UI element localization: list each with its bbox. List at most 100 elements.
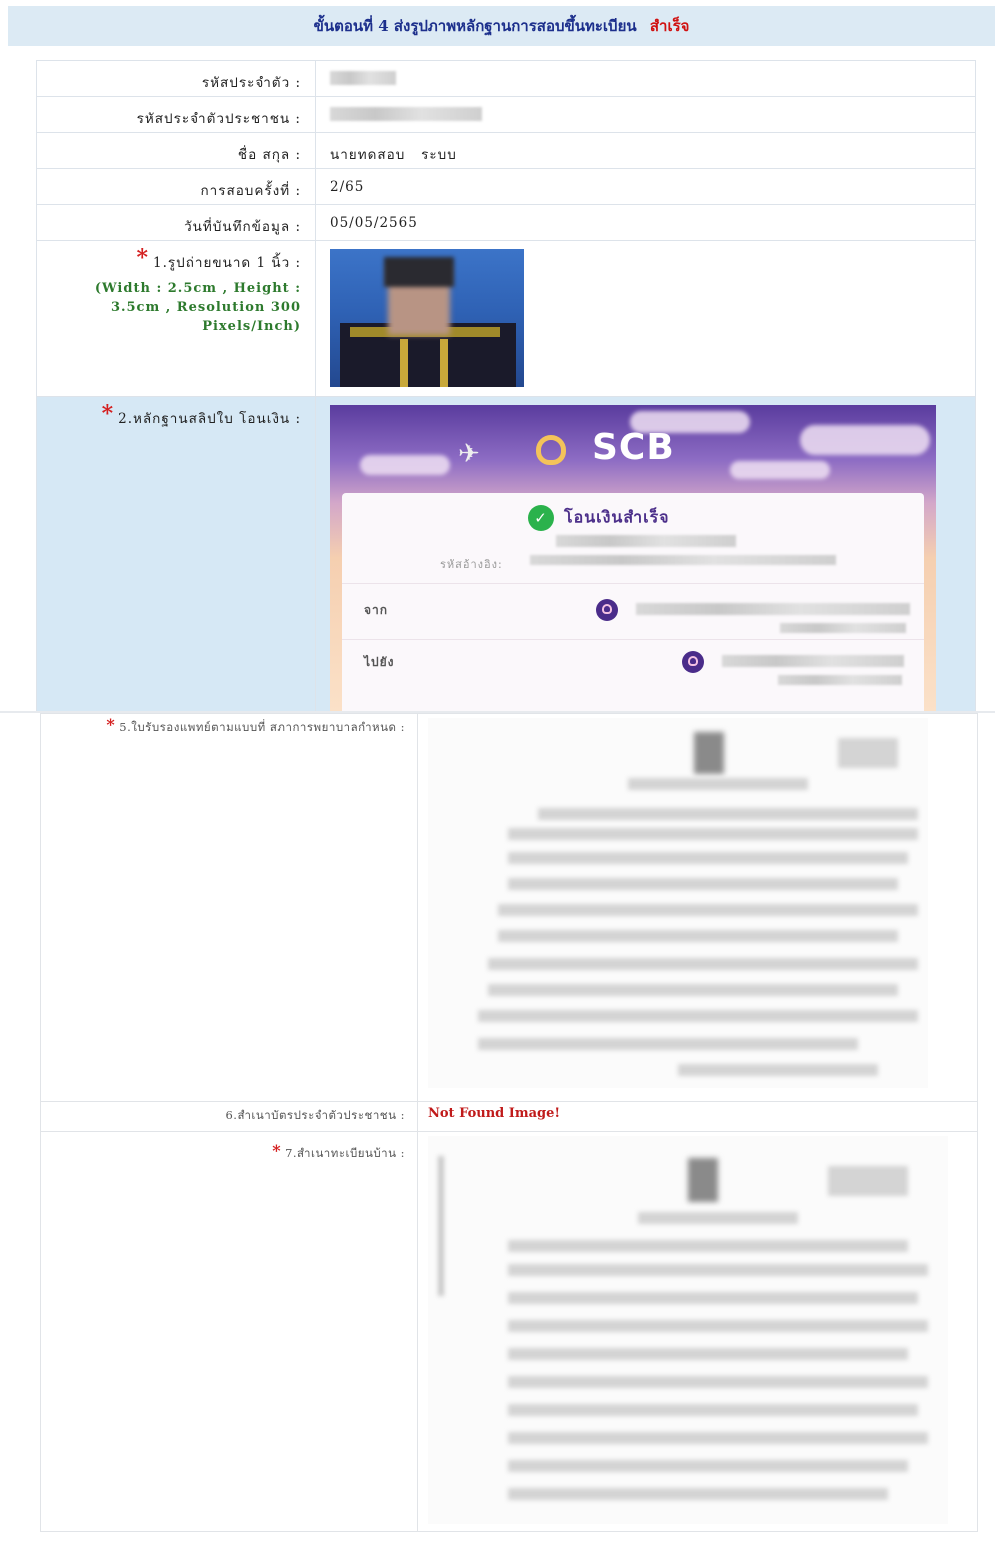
photo-cell (315, 240, 976, 397)
table-row: รหัสประจำตัวประชาชน : (36, 96, 976, 133)
doc-text-blur (478, 1038, 858, 1050)
redacted-value (530, 555, 836, 565)
success-text: โอนเงินสำเร็จ (564, 507, 670, 527)
doc-text-blur (508, 1320, 928, 1332)
id-card-copy-label: 6.สำเนาบัตรประจำตัวประชาชน : (40, 1101, 418, 1132)
required-mark: * (136, 245, 149, 271)
id-card-copy-cell: Not Found Image! (417, 1101, 978, 1132)
redacted-value (556, 535, 736, 547)
slip-cell: ✈ SCB ✓ โอนเงินสำเร็จ รหัสอ้างอิง: จาก ไ… (315, 396, 976, 712)
table-row: * 1.รูปถ่ายขนาด 1 นิ้ว : (Width : 2.5cm ,… (36, 240, 976, 397)
applicant-info-table: รหัสประจำตัว : รหัสประจำตัวประชาชน : ชื่… (36, 60, 976, 712)
doc-text-blur (478, 1010, 918, 1022)
table-row: รหัสประจำตัว : (36, 60, 976, 97)
national-id-label: รหัสประจำตัวประชาชน : (36, 96, 316, 133)
divider (342, 583, 924, 584)
payment-slip-image[interactable]: ✈ SCB ✓ โอนเงินสำเร็จ รหัสอ้างอิง: จาก ไ… (330, 405, 936, 711)
slip-label-cell: * 2.หลักฐานสลิปใบ โอนเงิน : (36, 396, 316, 712)
cloud (730, 461, 830, 479)
doc-text-blur (508, 1404, 918, 1416)
doc-text-blur (508, 1240, 908, 1252)
cloud (800, 425, 930, 455)
doc-text-blur (508, 1460, 908, 1472)
doc-text-blur (508, 1376, 928, 1388)
check-icon: ✓ (528, 505, 554, 531)
to-label: ไปยัง (364, 655, 395, 669)
doc-text-blur (678, 1064, 878, 1076)
table-row: 6.สำเนาบัตรประจำตัวประชาชน : Not Found I… (40, 1101, 978, 1132)
not-found-message: Not Found Image! (428, 1106, 561, 1121)
record-date-value: 05/05/2565 (315, 204, 976, 241)
photo-hair (384, 257, 454, 287)
medical-cert-label-cell: * 5.ใบรับรองแพทย์ตามแบบที่ สภาการพยาบาลกำ… (40, 713, 418, 1102)
doc-photo (694, 732, 724, 774)
doc-text-blur (508, 1488, 888, 1500)
doc-text-blur (538, 808, 918, 820)
divider (342, 639, 924, 640)
house-reg-label: 7.สำเนาทะเบียนบ้าน : (285, 1146, 405, 1160)
doc-text-blur (508, 828, 918, 840)
required-mark: * (106, 715, 116, 734)
doc-text-blur (628, 778, 808, 790)
redacted-value (778, 675, 902, 685)
national-id-value (315, 96, 976, 133)
doc-text-blur (498, 904, 918, 916)
redacted-value (722, 655, 904, 667)
required-mark: * (101, 401, 115, 427)
documents-table: * 5.ใบรับรองแพทย์ตามแบบที่ สภาการพยาบาลกำ… (40, 713, 978, 1532)
photo-label-cell: * 1.รูปถ่ายขนาด 1 นิ้ว : (Width : 2.5cm ,… (36, 240, 316, 397)
photo-label: 1.รูปถ่ายขนาด 1 นิ้ว : (153, 255, 301, 271)
doc-text-blur (488, 984, 898, 996)
doc-text-blur (828, 1166, 908, 1196)
table-row: วันที่บันทึกข้อมูล : 05/05/2565 (36, 204, 976, 241)
table-row: การสอบครั้งที่ : 2/65 (36, 168, 976, 205)
step-header: ขั้นตอนที่ 4 ส่งรูปภาพหลักฐานการสอบขึ้นท… (8, 6, 995, 47)
cloud (360, 455, 450, 475)
doc-text-blur (438, 1156, 444, 1296)
required-mark: * (272, 1141, 282, 1160)
medical-certificate-image[interactable] (428, 718, 928, 1088)
applicant-photo[interactable] (330, 249, 524, 387)
table-row: * 2.หลักฐานสลิปใบ โอนเงิน : ✈ SCB ✓ โอนเงิ… (36, 396, 976, 712)
exam-round-value: 2/65 (315, 168, 976, 205)
transfer-success: ✓ โอนเงินสำเร็จ (528, 505, 670, 531)
redacted-value (330, 107, 482, 121)
doc-text-blur (508, 1432, 928, 1444)
registration-step4-panel: ขั้นตอนที่ 4 ส่งรูปภาพหลักฐานการสอบขึ้นท… (0, 0, 995, 712)
slip-label: 2.หลักฐานสลิปใบ โอนเงิน : (118, 411, 301, 427)
photo-stripe (400, 339, 408, 387)
record-date-label: วันที่บันทึกข้อมูล : (36, 204, 316, 241)
doc-text-blur (498, 930, 898, 942)
medical-cert-cell (417, 713, 978, 1102)
redacted-value (780, 623, 906, 633)
doc-text-blur (508, 1292, 918, 1304)
doc-text-blur (838, 738, 898, 768)
exam-round-label: การสอบครั้งที่ : (36, 168, 316, 205)
bird-icon: ✈ (458, 439, 481, 469)
photo-size-hint: (Width : 2.5cm , Height : 3.5cm , Resolu… (94, 281, 301, 334)
table-row: * 7.สำเนาทะเบียนบ้าน : (40, 1131, 978, 1532)
redacted-value (330, 71, 396, 85)
medical-cert-label: 5.ใบรับรองแพทย์ตามแบบที่ สภาการพยาบาลกำห… (119, 720, 405, 734)
documents-panel: * 5.ใบรับรองแพทย์ตามแบบที่ สภาการพยาบาลกำ… (0, 713, 995, 1555)
house-reg-cell (417, 1131, 978, 1532)
house-registration-image[interactable] (428, 1136, 948, 1524)
redacted-value (636, 603, 910, 615)
slip-card: ✓ โอนเงินสำเร็จ รหัสอ้างอิง: จาก ไปยัง (342, 493, 924, 711)
student-id-label: รหัสประจำตัว : (36, 60, 316, 97)
doc-text-blur (488, 958, 918, 970)
step-title: ขั้นตอนที่ 4 ส่งรูปภาพหลักฐานการสอบขึ้นท… (313, 17, 637, 35)
from-label: จาก (364, 603, 389, 617)
doc-text-blur (508, 1348, 908, 1360)
doc-text-blur (508, 852, 908, 864)
step-status: สำเร็จ (649, 17, 690, 35)
name-label: ชื่อ สกุล : (36, 132, 316, 169)
table-row: ชื่อ สกุล : นายทดสอบ ระบบ (36, 132, 976, 169)
scb-logo-icon (536, 435, 566, 465)
name-value: นายทดสอบ ระบบ (315, 132, 976, 169)
table-row: * 5.ใบรับรองแพทย์ตามแบบที่ สภาการพยาบาลกำ… (40, 713, 978, 1102)
ref-label: รหัสอ้างอิง: (440, 558, 503, 571)
doc-text-blur (508, 878, 898, 890)
student-id-value (315, 60, 976, 97)
photo-stripe (440, 339, 448, 387)
